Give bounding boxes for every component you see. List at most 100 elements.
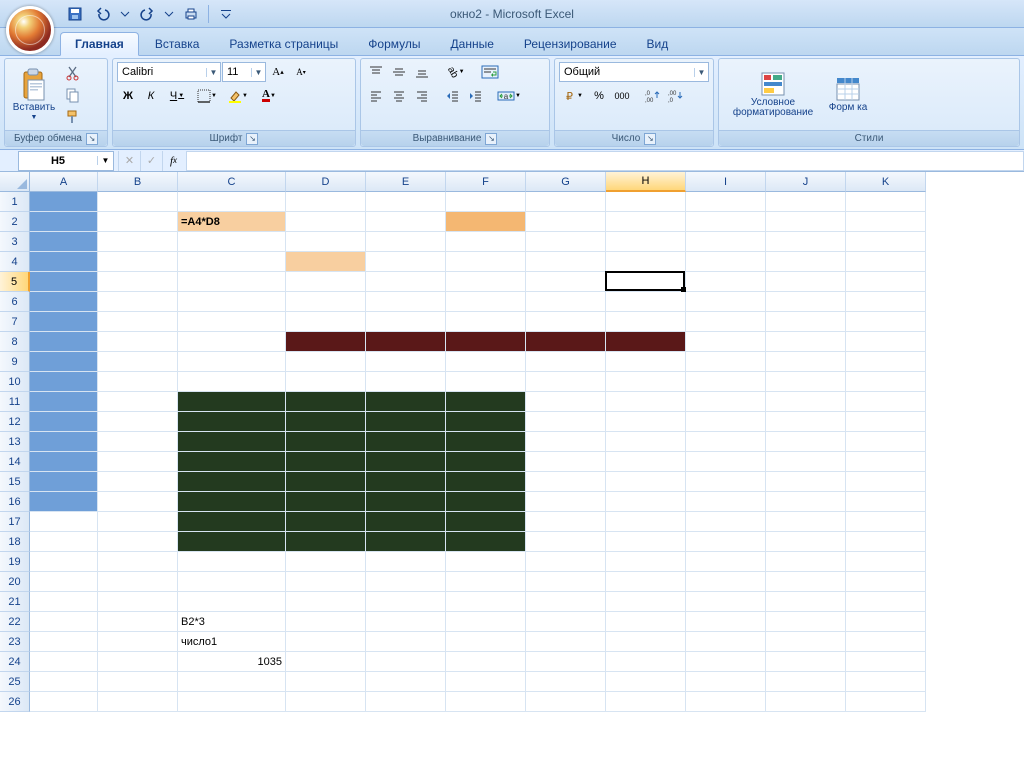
cell[interactable] xyxy=(526,432,606,452)
cell[interactable] xyxy=(846,332,926,352)
cell[interactable] xyxy=(526,212,606,232)
cell[interactable] xyxy=(366,612,446,632)
cell[interactable] xyxy=(366,572,446,592)
cell[interactable] xyxy=(526,232,606,252)
office-button[interactable] xyxy=(6,6,54,54)
cell[interactable] xyxy=(178,412,286,432)
cell[interactable] xyxy=(526,592,606,612)
cell[interactable] xyxy=(686,472,766,492)
cell[interactable] xyxy=(526,532,606,552)
cell[interactable] xyxy=(98,452,178,472)
cell[interactable] xyxy=(606,452,686,472)
print-button[interactable] xyxy=(180,3,202,25)
cell[interactable] xyxy=(178,372,286,392)
cell[interactable] xyxy=(606,572,686,592)
cell[interactable] xyxy=(766,632,846,652)
undo-more-icon[interactable] xyxy=(120,3,130,25)
cell[interactable] xyxy=(846,592,926,612)
cell[interactable] xyxy=(286,452,366,472)
cell[interactable] xyxy=(766,552,846,572)
align-center-button[interactable] xyxy=(388,86,410,106)
cancel-formula-icon[interactable]: ✕ xyxy=(118,151,140,171)
cell[interactable] xyxy=(30,552,98,572)
cell[interactable] xyxy=(686,352,766,372)
cell[interactable] xyxy=(686,372,766,392)
column-header[interactable]: J xyxy=(766,172,846,192)
cell[interactable] xyxy=(846,272,926,292)
row-header[interactable]: 16 xyxy=(0,492,30,512)
clipboard-dialog-launcher-icon[interactable]: ↘ xyxy=(86,133,98,145)
cell[interactable] xyxy=(178,252,286,272)
cell[interactable] xyxy=(606,312,686,332)
cell[interactable] xyxy=(766,252,846,272)
cell[interactable] xyxy=(178,272,286,292)
cell[interactable] xyxy=(446,212,526,232)
row-header[interactable]: 5 xyxy=(0,272,30,292)
cell[interactable] xyxy=(606,632,686,652)
font-color-button[interactable]: A▼ xyxy=(254,86,284,106)
row-header[interactable]: 11 xyxy=(0,392,30,412)
cell[interactable] xyxy=(686,252,766,272)
decrease-indent-button[interactable] xyxy=(441,86,463,106)
cell[interactable] xyxy=(606,232,686,252)
cell[interactable] xyxy=(846,412,926,432)
cell[interactable] xyxy=(686,192,766,212)
cell[interactable] xyxy=(30,372,98,392)
cell[interactable] xyxy=(446,492,526,512)
cell[interactable] xyxy=(446,612,526,632)
cell[interactable] xyxy=(766,612,846,632)
cell[interactable] xyxy=(178,552,286,572)
cell[interactable] xyxy=(446,512,526,532)
cell[interactable] xyxy=(526,452,606,472)
cell[interactable] xyxy=(98,552,178,572)
cell[interactable] xyxy=(606,292,686,312)
cell[interactable] xyxy=(446,272,526,292)
cell[interactable] xyxy=(446,572,526,592)
cell[interactable] xyxy=(30,612,98,632)
cell[interactable] xyxy=(178,332,286,352)
cell[interactable] xyxy=(606,692,686,712)
cell[interactable] xyxy=(606,672,686,692)
qat-customize-icon[interactable] xyxy=(215,3,237,25)
tab-home[interactable]: Главная xyxy=(60,32,139,56)
italic-button[interactable]: К xyxy=(140,86,162,106)
cell[interactable] xyxy=(686,612,766,632)
cell[interactable] xyxy=(766,472,846,492)
cell[interactable] xyxy=(178,352,286,372)
cell[interactable] xyxy=(286,492,366,512)
row-header[interactable]: 23 xyxy=(0,632,30,652)
cell[interactable] xyxy=(526,412,606,432)
cell[interactable] xyxy=(606,272,686,292)
cell[interactable] xyxy=(686,632,766,652)
save-button[interactable] xyxy=(64,3,86,25)
cell[interactable] xyxy=(766,652,846,672)
paste-button[interactable]: Вставить ▼ xyxy=(9,62,59,127)
cell[interactable] xyxy=(606,492,686,512)
cell[interactable] xyxy=(446,352,526,372)
cell[interactable] xyxy=(846,492,926,512)
cell[interactable] xyxy=(30,432,98,452)
cell[interactable] xyxy=(366,232,446,252)
cell[interactable] xyxy=(686,212,766,232)
comma-format-button[interactable]: 000 xyxy=(611,86,633,106)
cell[interactable] xyxy=(98,492,178,512)
cell[interactable] xyxy=(30,652,98,672)
cell[interactable] xyxy=(606,652,686,672)
cell[interactable] xyxy=(766,452,846,472)
cell[interactable] xyxy=(526,332,606,352)
row-header[interactable]: 4 xyxy=(0,252,30,272)
cell[interactable] xyxy=(606,372,686,392)
cell[interactable] xyxy=(366,272,446,292)
cell[interactable] xyxy=(526,552,606,572)
cell[interactable] xyxy=(766,312,846,332)
cell[interactable] xyxy=(686,492,766,512)
cell[interactable] xyxy=(30,512,98,532)
cell[interactable] xyxy=(286,432,366,452)
cell[interactable] xyxy=(846,572,926,592)
row-header[interactable]: 6 xyxy=(0,292,30,312)
cell[interactable] xyxy=(766,352,846,372)
cell[interactable] xyxy=(366,292,446,312)
insert-function-button[interactable]: fx xyxy=(162,151,184,171)
cell[interactable] xyxy=(526,312,606,332)
cell[interactable] xyxy=(846,392,926,412)
